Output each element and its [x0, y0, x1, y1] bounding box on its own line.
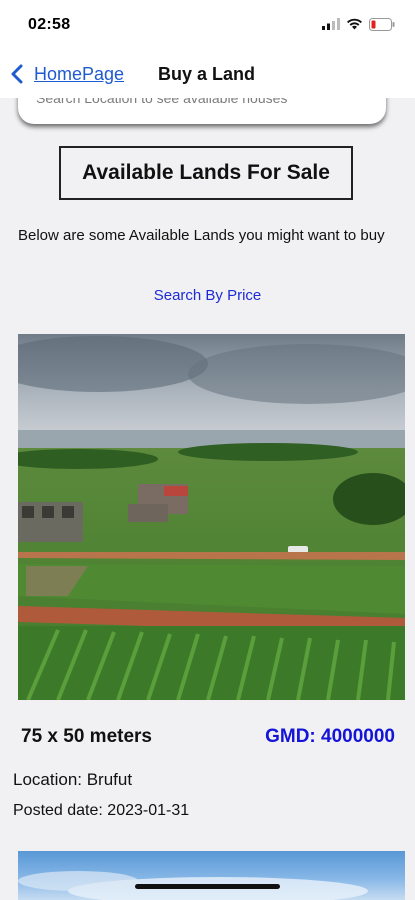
page-title: Buy a Land [158, 64, 256, 84]
land-posted-date: Posted date: 2023-01-31 [13, 802, 190, 819]
next-land-photo[interactable] [18, 851, 405, 900]
next-land-photo-image [18, 871, 368, 900]
status-bar: 02:58 [0, 0, 415, 50]
intro-text: Below are some Available Lands you might… [18, 227, 385, 244]
back-chevron-icon[interactable] [10, 64, 24, 84]
home-indicator[interactable] [135, 884, 280, 889]
wifi-icon [347, 18, 362, 30]
land-location: Location: Brufut [13, 770, 133, 789]
land-photo[interactable] [18, 334, 405, 700]
land-size: 75 x 50 meters [21, 726, 152, 747]
status-time: 02:58 [28, 16, 71, 33]
land-photo-image [18, 334, 405, 700]
signal-icon [322, 18, 340, 30]
section-heading: Available Lands For Sale [59, 146, 353, 200]
land-price: GMD: 4000000 [265, 726, 395, 747]
back-button[interactable]: HomePage [34, 64, 124, 85]
status-icons [322, 17, 395, 31]
battery-icon [369, 17, 395, 31]
navigation-bar: HomePage Buy a Land [0, 50, 415, 98]
search-by-price-link[interactable]: Search By Price [0, 287, 415, 304]
